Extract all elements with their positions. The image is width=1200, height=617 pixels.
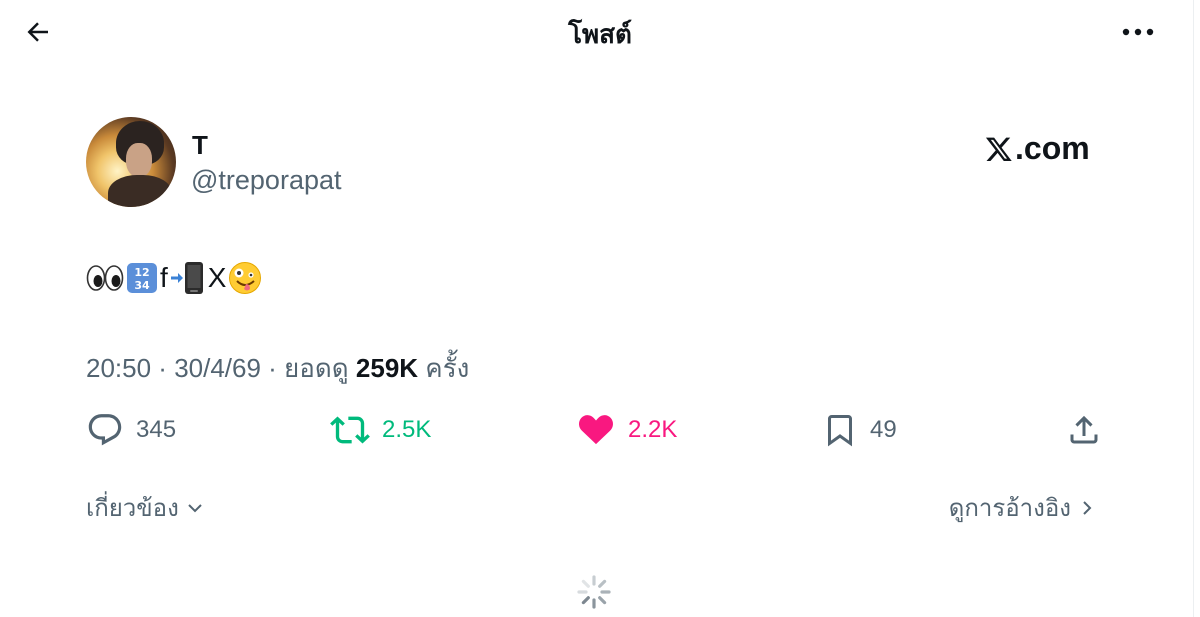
- svg-text:12: 12: [134, 266, 149, 279]
- bookmark-button[interactable]: 49: [822, 410, 897, 450]
- loading-spinner-icon: [577, 575, 611, 609]
- post-date[interactable]: 30/4/69: [174, 353, 261, 383]
- views-label: ยอดดู: [284, 353, 349, 383]
- svg-text:34: 34: [134, 279, 150, 292]
- top-bar: โพสต์: [0, 0, 1200, 62]
- watermark-text: .com: [1015, 130, 1090, 166]
- more-horizontal-icon: [1122, 28, 1154, 36]
- mobile-phone-with-arrow-emoji: [170, 262, 203, 294]
- reply-icon: [88, 414, 122, 446]
- bookmark-icon: [828, 415, 852, 447]
- like-count: 2.2K: [628, 416, 678, 443]
- eyes-emoji: [86, 265, 124, 291]
- retweet-button[interactable]: 2.5K: [330, 410, 431, 450]
- reply-button[interactable]: 345: [86, 410, 176, 450]
- post-time[interactable]: 20:50: [86, 353, 151, 383]
- post-text-x: X: [207, 262, 227, 293]
- views-suffix: ครั้ง: [425, 353, 470, 383]
- like-button[interactable]: 2.2K: [576, 410, 677, 450]
- scroll-edge: [1193, 0, 1194, 617]
- input-numbers-emoji: 12 34: [127, 263, 157, 293]
- post-meta: 20:50 · 30/4/69 · ยอดดู 259K ครั้ง: [86, 353, 470, 383]
- views-count: 259K: [355, 353, 419, 383]
- retweet-count: 2.5K: [382, 416, 432, 443]
- more-button[interactable]: [1118, 12, 1158, 52]
- x-logo-icon: [985, 137, 1012, 161]
- post-page: โพสต์ T @treporapat .com 12 34 f X 20:50…: [0, 0, 1200, 617]
- heart-filled-icon: [579, 415, 613, 445]
- chevron-down-icon: [188, 503, 202, 512]
- related-label: เกี่ยวข้อง: [86, 495, 179, 522]
- post-text: 12 34 f X: [86, 258, 262, 298]
- zany-face-emoji: [229, 262, 262, 294]
- share-icon: [1070, 415, 1098, 444]
- chevron-right-icon: [1083, 500, 1092, 515]
- reply-count: 345: [136, 416, 177, 443]
- retweet-icon: [330, 416, 370, 444]
- display-name[interactable]: T: [192, 130, 208, 161]
- avatar[interactable]: [86, 117, 176, 207]
- related-dropdown[interactable]: เกี่ยวข้อง: [86, 488, 205, 527]
- username[interactable]: @treporapat: [191, 165, 342, 196]
- view-quotes-link[interactable]: ดูการอ้างอิง: [949, 488, 1097, 527]
- bookmark-count: 49: [870, 416, 897, 443]
- page-title: โพสต์: [568, 19, 632, 49]
- x-com-watermark: .com: [985, 130, 1090, 167]
- share-button[interactable]: [1066, 410, 1102, 450]
- post-text-f: f: [160, 262, 168, 293]
- quotes-label: ดูการอ้างอิง: [948, 495, 1071, 522]
